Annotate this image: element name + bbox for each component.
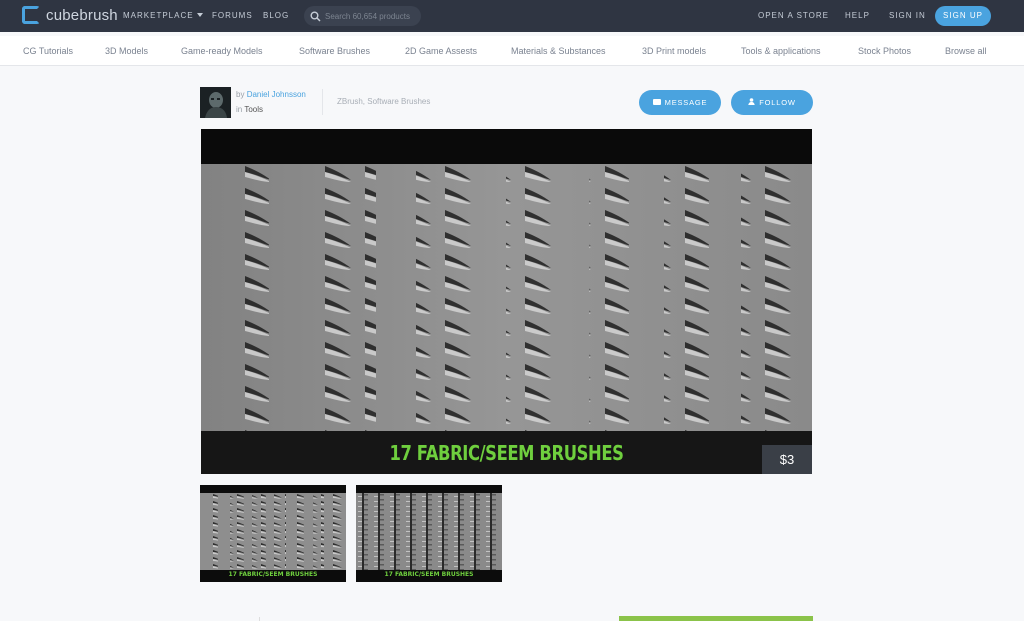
category-tools-applications[interactable]: Tools & applications [741, 36, 821, 66]
fabric-brush-preview [201, 164, 812, 431]
category-browse-all[interactable]: Browse all [945, 36, 987, 66]
chevron-down-icon [196, 13, 203, 17]
follow-button[interactable]: FOLLOW [731, 90, 813, 115]
logo[interactable]: cubebrush [22, 6, 118, 24]
avatar-portrait-icon [200, 87, 231, 118]
category-2d-game-assets[interactable]: 2D Game Assests [405, 36, 477, 66]
category-3d-models[interactable]: 3D Models [105, 36, 148, 66]
product-category-link[interactable]: Tools [244, 105, 263, 114]
author-link[interactable]: Daniel Johnsson [247, 90, 306, 99]
search-box[interactable] [304, 6, 421, 26]
fabric-folds-thumbnail-icon [200, 493, 346, 570]
fabric-folds-illustration [201, 164, 812, 431]
message-icon [652, 98, 661, 107]
seam-pattern-thumbnail-icon [356, 493, 502, 570]
category-line: in Tools [236, 105, 263, 114]
author-line: by Daniel Johnsson [236, 90, 306, 99]
category-game-ready-models[interactable]: Game-ready Models [181, 36, 263, 66]
thumbnail-1-label: 17 FABRIC/SEEM BRUSHES [228, 571, 318, 578]
by-prefix: by [236, 90, 245, 99]
nav-blog[interactable]: BLOG [263, 0, 289, 32]
user-icon [748, 98, 755, 107]
category-cg-tutorials[interactable]: CG Tutorials [23, 36, 73, 66]
cubebrush-logo-icon [22, 6, 40, 24]
category-stock-photos[interactable]: Stock Photos [858, 36, 911, 66]
product-title: 17 FABRIC/SEEM BRUSHES [389, 441, 624, 465]
thumbnail-2-image [356, 493, 502, 570]
meta-divider [322, 89, 323, 115]
open-store-link[interactable]: OPEN A STORE [758, 0, 829, 32]
search-icon [310, 11, 321, 22]
top-navbar: cubebrush MARKETPLACE FORUMS BLOG OPEN A… [0, 0, 1024, 32]
message-button[interactable]: MESSAGE [639, 90, 721, 115]
category-bar: CG Tutorials 3D Models Game-ready Models… [0, 36, 1024, 66]
message-button-label: MESSAGE [664, 98, 708, 107]
nav-marketplace[interactable]: MARKETPLACE [123, 0, 203, 32]
thumbnail-2-label: 17 FABRIC/SEEM BRUSHES [384, 571, 474, 578]
buy-button-edge[interactable] [619, 616, 813, 621]
price-badge: $3 [762, 445, 812, 474]
in-prefix: in [236, 105, 243, 114]
product-tags[interactable]: ZBrush, Software Brushes [337, 97, 430, 106]
avatar[interactable] [200, 87, 231, 118]
sign-in-link[interactable]: SIGN IN [889, 0, 926, 32]
logo-text: cubebrush [46, 6, 118, 24]
product-main-image[interactable]: 17 FABRIC/SEEM BRUSHES [201, 129, 812, 474]
help-link[interactable]: HELP [845, 0, 870, 32]
category-3d-print-models[interactable]: 3D Print models [642, 36, 706, 66]
search-input[interactable] [325, 11, 420, 21]
nav-forums[interactable]: FORUMS [212, 0, 253, 32]
thumbnail-1-image [200, 493, 346, 570]
sign-up-button[interactable]: SIGN UP [935, 6, 991, 26]
thumbnail-2[interactable]: 17 FABRIC/SEEM BRUSHES [356, 485, 502, 582]
follow-button-label: FOLLOW [759, 98, 796, 107]
nav-marketplace-label: MARKETPLACE [123, 11, 194, 20]
category-materials-substances[interactable]: Materials & Substances [511, 36, 606, 66]
thumbnail-1[interactable]: 17 FABRIC/SEEM BRUSHES [200, 485, 346, 582]
section-divider [259, 617, 260, 621]
category-software-brushes[interactable]: Software Brushes [299, 36, 370, 66]
